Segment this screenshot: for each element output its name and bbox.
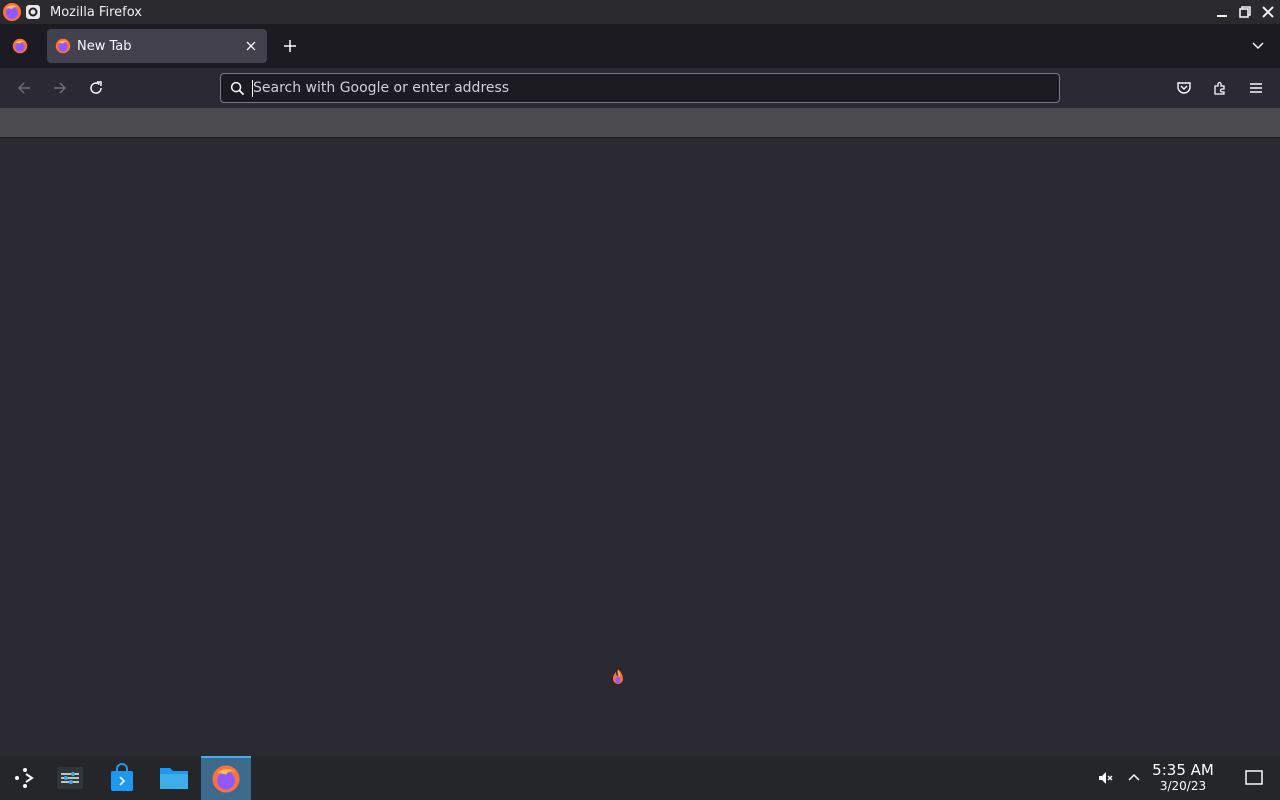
minimize-icon — [1217, 15, 1227, 17]
bookmarks-toolbar — [0, 108, 1280, 138]
close-window-button[interactable] — [1257, 1, 1279, 23]
firefox-loading-icon — [613, 669, 623, 684]
window-titlebar[interactable]: Mozilla Firefox — [0, 0, 1280, 24]
url-bar[interactable] — [220, 73, 1060, 103]
chevron-down-icon — [1252, 42, 1264, 50]
search-icon — [229, 80, 245, 96]
new-tab-button[interactable] — [278, 34, 302, 58]
window-menu-icon[interactable] — [26, 5, 40, 19]
taskbar: 5:35 AM 3/20/23 — [0, 756, 1280, 800]
clock-time: 5:35 AM — [1152, 761, 1214, 779]
close-icon — [1262, 6, 1274, 18]
navigation-toolbar — [0, 68, 1280, 108]
page-content — [0, 138, 1280, 756]
firefox-icon — [12, 38, 28, 54]
list-all-tabs-button[interactable] — [1246, 34, 1270, 58]
firefox-icon — [55, 38, 71, 54]
close-icon — [246, 41, 256, 51]
firefox-icon[interactable] — [2, 2, 22, 22]
close-tab-button[interactable] — [243, 38, 259, 54]
window-title: Mozilla Firefox — [50, 4, 142, 20]
extensions-button[interactable] — [1208, 76, 1232, 100]
hamburger-menu-icon — [1250, 83, 1262, 93]
system-settings-icon — [57, 767, 83, 789]
firefox-view-button[interactable] — [0, 24, 40, 68]
restore-icon — [1239, 6, 1251, 18]
taskbar-file-manager[interactable] — [149, 756, 199, 800]
show-desktop-button[interactable] — [1242, 756, 1266, 800]
forward-button[interactable] — [48, 76, 72, 100]
tab-new-tab[interactable]: New Tab — [47, 29, 267, 63]
taskbar-settings[interactable] — [45, 756, 95, 800]
app-menu-button[interactable] — [1244, 76, 1268, 100]
reload-icon — [90, 81, 102, 94]
discover-store-icon — [111, 763, 133, 791]
show-desktop-icon — [1245, 770, 1263, 785]
minimize-button[interactable] — [1211, 1, 1233, 23]
pocket-icon — [1177, 82, 1191, 94]
firefox-icon — [212, 765, 240, 793]
plus-icon — [284, 40, 296, 52]
system-tray-expand-button[interactable] — [1122, 756, 1146, 800]
taskbar-firefox[interactable] — [201, 756, 251, 800]
address-input[interactable] — [253, 75, 1059, 101]
volume-button[interactable] — [1092, 756, 1118, 800]
pocket-button[interactable] — [1172, 76, 1196, 100]
back-arrow-icon — [17, 82, 30, 94]
back-button[interactable] — [12, 76, 36, 100]
reload-button[interactable] — [84, 76, 108, 100]
text-caret — [252, 80, 253, 97]
file-manager-icon — [160, 768, 188, 789]
digital-clock[interactable]: 5:35 AM 3/20/23 — [1148, 762, 1218, 794]
extensions-icon — [1214, 81, 1225, 95]
volume-muted-icon — [1099, 772, 1113, 784]
tab-strip: New Tab — [0, 24, 1280, 68]
forward-arrow-icon — [54, 82, 67, 94]
taskbar-discover[interactable] — [97, 756, 147, 800]
restore-button[interactable] — [1234, 1, 1256, 23]
app-launcher-icon — [15, 768, 34, 788]
clock-date: 3/20/23 — [1159, 779, 1207, 793]
tray-expand-icon — [1128, 773, 1140, 781]
tab-label: New Tab — [77, 38, 132, 54]
application-launcher-button[interactable] — [0, 756, 50, 800]
